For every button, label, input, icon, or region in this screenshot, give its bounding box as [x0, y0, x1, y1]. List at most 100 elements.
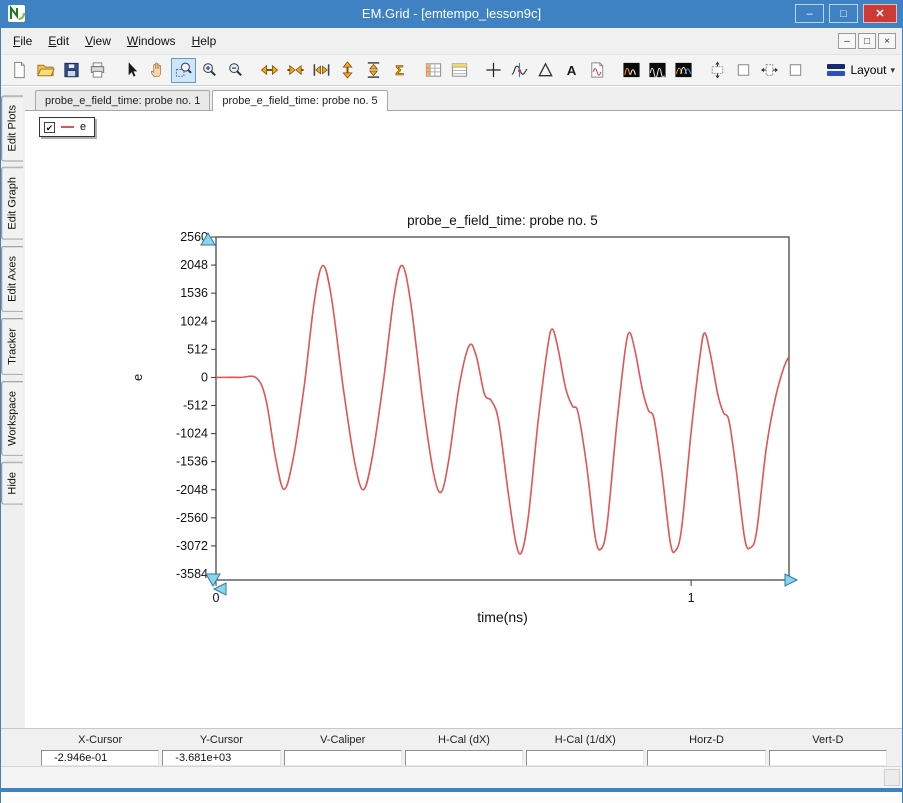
- open-folder-button[interactable]: [33, 58, 58, 83]
- menu-help[interactable]: Help: [184, 30, 225, 52]
- window-border-left: [0, 0, 1, 803]
- sidebar-tab-edit-axes[interactable]: Edit Axes: [1, 246, 23, 312]
- status-column-label: H-Cal (dX): [405, 732, 523, 749]
- sidebar-tab-edit-graph[interactable]: Edit Graph: [1, 167, 23, 240]
- legend: ✔e: [39, 117, 95, 137]
- fft-dark-white-button[interactable]: [645, 58, 670, 83]
- sidebar-tab-hide[interactable]: Hide: [1, 462, 23, 505]
- v-arrows-out-button[interactable]: [335, 58, 360, 83]
- y-tick-label: 0: [201, 370, 208, 384]
- left-sidebar: Edit Plots Edit Graph Edit Axes Tracker Work…: [1, 87, 25, 728]
- menu-file[interactable]: File: [5, 30, 40, 52]
- print-button[interactable]: [85, 58, 110, 83]
- status-column-label: H-Cal (1/dX): [526, 732, 644, 749]
- window-title: EM.Grid - [emtempo_lesson9c]: [0, 0, 903, 28]
- toolbar-separator: [413, 58, 421, 83]
- save-button[interactable]: [59, 58, 84, 83]
- y-tick-label: -3072: [176, 539, 208, 553]
- zoom-in-button[interactable]: [197, 58, 222, 83]
- y-tick-label: 512: [187, 342, 208, 356]
- h-fit-button[interactable]: [309, 58, 334, 83]
- document-tab-bar: probe_e_field_time: probe no. 1probe_e_f…: [25, 87, 902, 111]
- title-bar[interactable]: EM.Grid - [emtempo_lesson9c] –□ ✕: [0, 0, 903, 28]
- y-tick-label: -512: [183, 399, 208, 413]
- mdi-minimize-button[interactable]: –: [838, 33, 856, 49]
- table-rows-button[interactable]: [447, 58, 472, 83]
- status-value-cell: [405, 750, 523, 766]
- y-tick-label: 1024: [180, 314, 208, 328]
- vbox-arrows-button[interactable]: [705, 58, 730, 83]
- app-window: EM.Grid - [emtempo_lesson9c] –□✕ FileEdi…: [0, 0, 903, 803]
- legend-line-swatch: [61, 126, 74, 128]
- legend-checkbox[interactable]: ✔: [44, 122, 55, 133]
- y-tick-label: -2048: [176, 483, 208, 497]
- new-file-button[interactable]: [7, 58, 32, 83]
- box-button[interactable]: [731, 58, 756, 83]
- status-column-label: Horz-D: [647, 732, 765, 749]
- pan-hand-button[interactable]: [145, 58, 170, 83]
- mdi-restore-button[interactable]: □: [858, 33, 876, 49]
- status-column-label: V-Caliper: [284, 732, 402, 749]
- table-columns-button[interactable]: [421, 58, 446, 83]
- doc-tab-1[interactable]: probe_e_field_time: probe no. 1: [35, 90, 210, 110]
- toolbar-separator: [697, 58, 705, 83]
- sigma-button[interactable]: Σ: [387, 58, 412, 83]
- minimize-button[interactable]: –: [795, 4, 824, 23]
- sidebar-tab-workspace[interactable]: Workspace: [1, 381, 23, 456]
- y-axis-label: e: [130, 374, 145, 381]
- status-value-cell: [526, 750, 644, 766]
- x-axis-label: time(ns): [477, 609, 528, 625]
- horizontal-scrollbar[interactable]: [1, 766, 902, 788]
- status-column-label: Vert-D: [769, 732, 887, 749]
- y-tick-label: 1536: [180, 286, 208, 300]
- close-button[interactable]: ✕: [863, 4, 897, 23]
- chart-title: probe_e_field_time: probe no. 5: [407, 213, 598, 228]
- svg-text:A: A: [567, 63, 577, 78]
- delta-caliper-button[interactable]: [533, 58, 558, 83]
- sidebar-tab-tracker[interactable]: Tracker: [1, 318, 23, 375]
- toolbar-separator: [249, 58, 257, 83]
- layout-dropdown[interactable]: Layout▾: [819, 58, 902, 83]
- v-fit-button[interactable]: [361, 58, 386, 83]
- menu-edit[interactable]: Edit: [40, 30, 77, 52]
- y-tick-label: -2560: [176, 511, 208, 525]
- svg-text:Σ: Σ: [395, 63, 404, 79]
- fft-dark-multi-button[interactable]: [671, 58, 696, 83]
- h-arrows-in-button[interactable]: [283, 58, 308, 83]
- y-tick-label: 2048: [180, 258, 208, 272]
- doc-tab-2[interactable]: probe_e_field_time: probe no. 5: [212, 90, 387, 111]
- status-column-label: Y-Cursor: [162, 732, 280, 749]
- mdi-close-button[interactable]: ×: [878, 33, 896, 49]
- zoom-out-button[interactable]: [223, 58, 248, 83]
- page-waveform-button[interactable]: [585, 58, 610, 83]
- x-tick-label: 1: [688, 591, 695, 605]
- plot-canvas[interactable]: ✔e 25602048153610245120-512-1024-1536-20…: [25, 111, 902, 728]
- maximize-button[interactable]: □: [829, 4, 858, 23]
- menu-windows[interactable]: Windows: [119, 30, 184, 52]
- series-e: [216, 265, 789, 554]
- toolbar-separator: [111, 58, 119, 83]
- window-shadow-area: [0, 792, 903, 803]
- toolbar-separator: [473, 58, 481, 83]
- chart[interactable]: 25602048153610245120-512-1024-1536-2048-…: [25, 111, 902, 728]
- status-value-cell: -3.681e+03: [162, 750, 280, 766]
- menu-bar: FileEditViewWindowsHelp –□×: [1, 28, 902, 55]
- sidebar-tab-edit-plots[interactable]: Edit Plots: [1, 95, 23, 161]
- chart-frame: [216, 237, 789, 580]
- scrollbar-grip[interactable]: [884, 769, 900, 786]
- select-arrow-button[interactable]: [119, 58, 144, 83]
- hbox-arrows-button[interactable]: [757, 58, 782, 83]
- y-tick-label: -1024: [176, 427, 208, 441]
- text-label-button[interactable]: A: [559, 58, 584, 83]
- axis-cursor-right[interactable]: [785, 574, 797, 586]
- h-arrows-out-button[interactable]: [257, 58, 282, 83]
- box2-button[interactable]: [783, 58, 808, 83]
- tracker-curve-button[interactable]: [507, 58, 532, 83]
- zoom-window-button[interactable]: [171, 58, 196, 83]
- cross-button[interactable]: [481, 58, 506, 83]
- status-bar: X-CursorY-CursorV-CaliperH-Cal (dX)H-Cal…: [1, 728, 902, 766]
- menu-view[interactable]: View: [77, 30, 119, 52]
- status-value-cell: -2.946e-01: [41, 750, 159, 766]
- status-value-cell: [769, 750, 887, 766]
- fft-dark-orange-button[interactable]: [619, 58, 644, 83]
